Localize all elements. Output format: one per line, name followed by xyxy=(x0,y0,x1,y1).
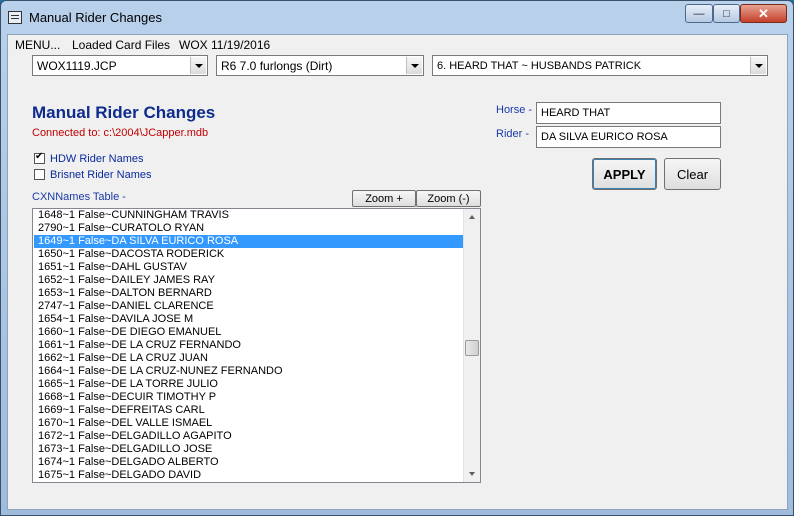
scroll-up-icon[interactable] xyxy=(464,209,480,225)
list-item[interactable]: 1675~1 False~DELGADO DAVID xyxy=(34,469,464,482)
horse-input[interactable] xyxy=(537,103,720,123)
vertical-scrollbar[interactable] xyxy=(463,209,480,482)
zoom-in-button[interactable]: Zoom + xyxy=(352,190,416,207)
rider-input[interactable] xyxy=(537,127,720,147)
list-item[interactable]: 2747~1 False~DANIEL CLARENCE xyxy=(34,300,464,313)
list-item[interactable]: 1649~1 False~DA SILVA EURICO ROSA xyxy=(34,235,464,248)
chevron-down-icon[interactable] xyxy=(750,57,766,74)
hdw-rider-names-checkbox[interactable] xyxy=(34,151,45,164)
maximize-button[interactable]: □ xyxy=(713,4,740,23)
rider-field[interactable] xyxy=(536,126,721,148)
list-item[interactable]: 1672~1 False~DELGADILLO AGAPITO xyxy=(34,430,464,443)
minimize-button[interactable]: — xyxy=(685,4,713,23)
menu-bar: MENU... Loaded Card Files WOX 11/19/2016 xyxy=(8,35,787,54)
menu-card-date[interactable]: WOX 11/19/2016 xyxy=(179,38,270,52)
close-icon: ✕ xyxy=(758,5,769,21)
list-item[interactable]: 1674~1 False~DELGADO ALBERTO xyxy=(34,456,464,469)
close-button[interactable]: ✕ xyxy=(740,4,787,23)
maximize-icon: □ xyxy=(723,7,730,20)
list-item[interactable]: 1661~1 False~DE LA CRUZ FERNANDO xyxy=(34,339,464,352)
window-title: Manual Rider Changes xyxy=(29,10,162,25)
list-item[interactable]: 1654~1 False~DAVILA JOSE M xyxy=(34,313,464,326)
menu-loaded-card-files[interactable]: Loaded Card Files xyxy=(72,38,170,52)
list-item[interactable]: 1662~1 False~DE LA CRUZ JUAN xyxy=(34,352,464,365)
brisnet-rider-names-label[interactable]: Brisnet Rider Names xyxy=(50,169,151,181)
horse-label: Horse - xyxy=(496,104,533,116)
list-item[interactable]: 1651~1 False~DAHL GUSTAV xyxy=(34,261,464,274)
cxn-names-list[interactable]: 1648~1 False~CUNNINGHAM TRAVIS 2790~1 Fal… xyxy=(32,208,481,483)
list-rows: 1648~1 False~CUNNINGHAM TRAVIS 2790~1 Fal… xyxy=(34,209,464,482)
list-item[interactable]: 1669~1 False~DEFREITAS CARL xyxy=(34,404,464,417)
page-title: Manual Rider Changes xyxy=(32,103,216,122)
list-item[interactable]: 1670~1 False~DEL VALLE ISMAEL xyxy=(34,417,464,430)
clear-button[interactable]: Clear xyxy=(664,158,721,190)
rider-label: Rider - xyxy=(496,128,530,140)
hdw-rider-names-label[interactable]: HDW Rider Names xyxy=(50,153,144,165)
table-label: CXNNames Table - xyxy=(32,191,126,203)
list-item[interactable]: 1650~1 False~DACOSTA RODERICK xyxy=(34,248,464,261)
race-value: R6 7.0 furlongs (Dirt) xyxy=(221,59,333,73)
apply-button[interactable]: APPLY xyxy=(592,158,657,190)
zoom-out-button[interactable]: Zoom (-) xyxy=(416,190,481,207)
chevron-down-icon[interactable] xyxy=(190,57,206,74)
card-file-select[interactable]: WOX1119.JCP xyxy=(32,55,208,76)
scroll-thumb[interactable] xyxy=(465,340,479,356)
list-item[interactable]: 1673~1 False~DELGADILLO JOSE xyxy=(34,443,464,456)
list-item[interactable]: 2790~1 False~CURATOLO RYAN xyxy=(34,222,464,235)
list-item[interactable]: 1665~1 False~DE LA TORRE JULIO xyxy=(34,378,464,391)
list-item[interactable]: 1652~1 False~DAILEY JAMES RAY xyxy=(34,274,464,287)
horse-select[interactable]: 6. HEARD THAT ~ HUSBANDS PATRICK xyxy=(432,55,768,76)
app-window: Manual Rider Changes — □ ✕ MENU... Loade… xyxy=(0,0,794,516)
title-bar[interactable]: Manual Rider Changes — □ ✕ xyxy=(1,1,793,35)
list-item[interactable]: 1664~1 False~DE LA CRUZ-NUNEZ FERNANDO xyxy=(34,365,464,378)
card-file-value: WOX1119.JCP xyxy=(37,59,117,73)
list-item[interactable]: 1653~1 False~DALTON BERNARD xyxy=(34,287,464,300)
horse-field[interactable] xyxy=(536,102,721,124)
minimize-icon: — xyxy=(693,7,705,20)
horse-select-value: 6. HEARD THAT ~ HUSBANDS PATRICK xyxy=(437,60,642,72)
list-item[interactable]: 1660~1 False~DE DIEGO EMANUEL xyxy=(34,326,464,339)
list-item[interactable]: 1648~1 False~CUNNINGHAM TRAVIS xyxy=(34,209,464,222)
race-select[interactable]: R6 7.0 furlongs (Dirt) xyxy=(216,55,424,76)
scroll-down-icon[interactable] xyxy=(464,466,480,482)
brisnet-rider-names-checkbox[interactable] xyxy=(34,169,45,180)
list-item[interactable]: 1668~1 False~DECUIR TIMOTHY P xyxy=(34,391,464,404)
chevron-down-icon[interactable] xyxy=(406,57,422,74)
client-area: MENU... Loaded Card Files WOX 11/19/2016… xyxy=(7,34,788,510)
app-icon[interactable] xyxy=(8,11,22,24)
connection-status: Connected to: c:\2004\JCapper.mdb xyxy=(32,127,209,139)
menu-main[interactable]: MENU... xyxy=(15,38,60,52)
